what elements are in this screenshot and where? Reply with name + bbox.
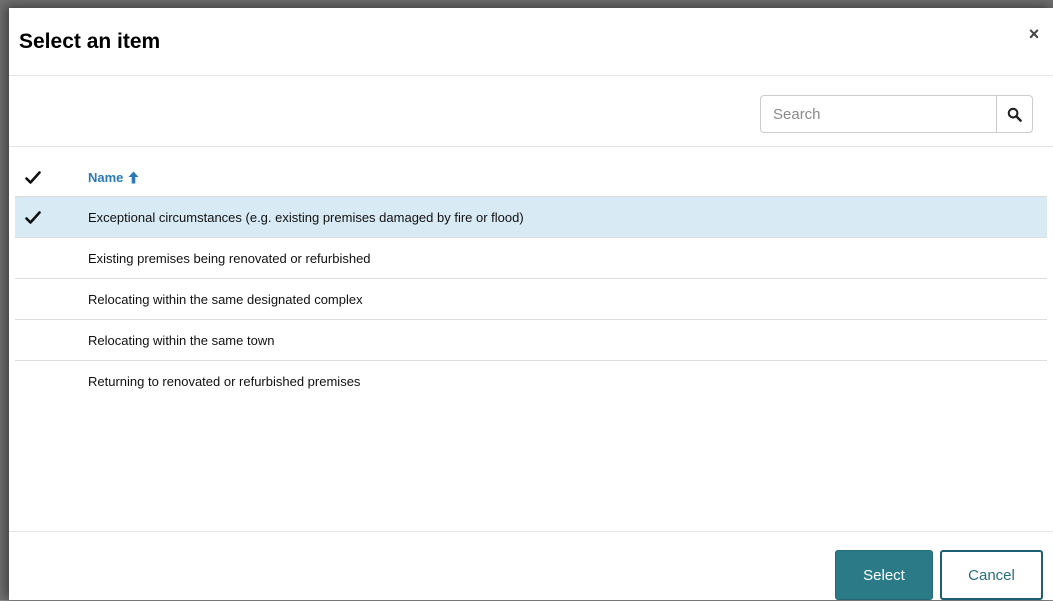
dialog-toolbar (9, 76, 1053, 147)
search-group (760, 95, 1033, 133)
select-button[interactable]: Select (835, 550, 933, 600)
table-row[interactable]: Relocating within the same designated co… (15, 279, 1047, 320)
select-item-dialog: Select an item × Name (9, 8, 1053, 600)
row-name: Relocating within the same town (88, 333, 275, 348)
close-icon[interactable]: × (1025, 25, 1043, 43)
table-row[interactable]: Existing premises being renovated or ref… (15, 238, 1047, 279)
arrow-up-icon (128, 171, 139, 184)
column-header-name[interactable]: Name (88, 170, 139, 185)
row-name: Relocating within the same designated co… (88, 292, 363, 307)
select-all-checkmark-icon[interactable] (25, 170, 41, 186)
table-row[interactable]: Exceptional circumstances (e.g. existing… (15, 197, 1047, 238)
row-name: Existing premises being renovated or ref… (88, 251, 371, 266)
table-row[interactable]: Relocating within the same town (15, 320, 1047, 361)
dialog-footer: Select Cancel (9, 531, 1053, 601)
row-name: Returning to renovated or refurbished pr… (88, 374, 361, 389)
dialog-header: Select an item × (9, 8, 1053, 76)
search-input[interactable] (761, 96, 997, 132)
checkmark-icon (25, 210, 41, 226)
grid-header: Name (15, 147, 1047, 197)
row-name: Exceptional circumstances (e.g. existing… (88, 210, 524, 225)
dialog-title: Select an item (19, 30, 161, 53)
table-row[interactable]: Returning to renovated or refurbished pr… (15, 361, 1047, 401)
cancel-button[interactable]: Cancel (940, 550, 1043, 600)
search-button[interactable] (996, 96, 1032, 132)
column-header-name-label: Name (88, 170, 124, 185)
search-icon (1007, 107, 1022, 122)
items-grid: Name Exceptional circumstances (e.g. exi… (15, 147, 1047, 401)
